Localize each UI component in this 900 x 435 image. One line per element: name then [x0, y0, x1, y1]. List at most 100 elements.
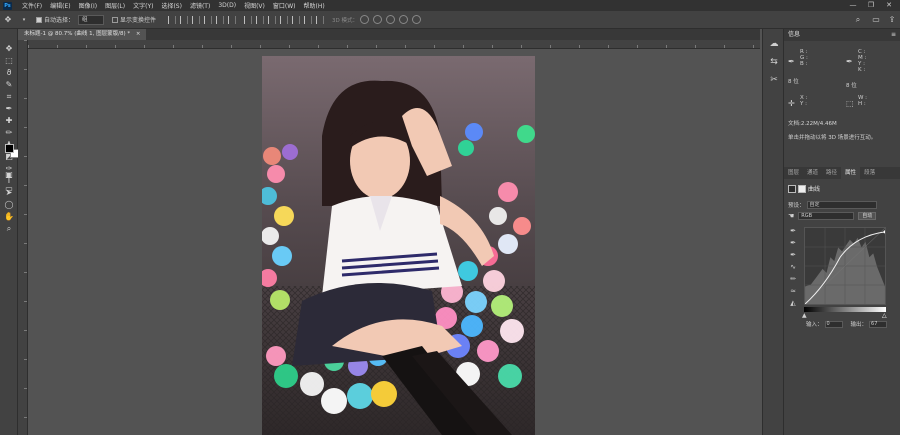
preset-dropdown[interactable]: 自定 [806, 201, 877, 209]
black-point-eyedropper-icon[interactable]: ✒ [786, 225, 800, 237]
close-tab-icon[interactable]: × [136, 31, 141, 37]
scale-3d-icon[interactable] [412, 15, 422, 24]
close-window-button[interactable]: ✕ [882, 0, 896, 11]
auto-select-checkbox[interactable] [36, 16, 42, 23]
distribute-left-icon[interactable] [280, 15, 289, 24]
tools-panel: ✥ ⬚ ϑ ✎ ⌗ ✒ ✚ ✏ ♟ ◩ ✑ T ➤ ◯ ✋ ⌕ ▣ ▭ [0, 29, 19, 435]
zoom-icon[interactable]: ⌕ [0, 223, 18, 235]
slide-3d-icon[interactable] [399, 15, 409, 24]
auto-select-label: 自动选择： [44, 17, 75, 24]
align-left-icon[interactable] [168, 15, 177, 24]
pencil-curve-icon[interactable]: ✏ [786, 273, 800, 285]
document-size: 文档:2.22M/4.46M [788, 121, 837, 127]
maximize-button[interactable]: ❐ [864, 0, 878, 11]
white-point-eyedropper-icon[interactable]: ✒ [786, 249, 800, 261]
tool-preset-arrow-icon[interactable]: ▾ [18, 14, 30, 26]
distribute-vcenter-icon[interactable] [256, 15, 265, 24]
lasso-icon[interactable]: ϑ [0, 67, 18, 79]
menu-select[interactable]: 选择(S) [157, 1, 186, 10]
align-right-icon[interactable] [192, 15, 201, 24]
menu-help[interactable]: 帮助(H) [300, 1, 329, 10]
tab-paragraph[interactable]: 段落 [860, 167, 879, 179]
foreground-color-swatch[interactable] [5, 144, 14, 153]
distribute-bottom-icon[interactable] [268, 15, 277, 24]
white-slider-icon[interactable]: △ [882, 312, 887, 319]
input-output-row: 输入： 0 输出： 67 [806, 320, 888, 328]
minimize-button[interactable]: — [846, 0, 860, 11]
auto-align-icon[interactable] [316, 15, 325, 24]
menu-edit[interactable]: 编辑(E) [46, 1, 74, 10]
menu-layer[interactable]: 图层(L) [101, 1, 129, 10]
curves-graph[interactable] [804, 227, 886, 305]
marquee-icon[interactable]: ⬚ [0, 55, 18, 67]
properties-panel: 曲线 预设： 自定 ☚ RGB 自动 ✒ ✒ ✒ ∿ ✏ ≈ ◭ ▲ △ 输入：… [784, 179, 900, 435]
tab-channels[interactable]: 通道 [803, 167, 822, 179]
options-bar: ✥ ▾ 自动选择： 组 显示变换控件 3D 模式： ⌕ ▭ ⇪ [0, 11, 900, 29]
document-tab[interactable]: 未标题-1 @ 80.7% (曲线 1, 图层蒙版/8) * × [18, 29, 147, 40]
history-panel-icon[interactable]: ☁ [763, 35, 785, 53]
menu-view[interactable]: 视图(V) [240, 1, 269, 10]
auto-select-dropdown[interactable]: 组 [78, 14, 105, 25]
ellipse-icon[interactable]: ◯ [0, 199, 18, 211]
tools-panel-icon[interactable]: ✂ [763, 71, 785, 89]
curves-svg [805, 228, 885, 304]
drag-3d-icon[interactable] [386, 15, 396, 24]
document-canvas-image[interactable] [262, 56, 535, 435]
menu-file[interactable]: 文件(F) [18, 1, 46, 10]
menu-bar: Ps 文件(F) 编辑(E) 图像(I) 图层(L) 文字(Y) 选择(S) 滤… [0, 0, 900, 11]
rgb-labels: R : G : B : [800, 49, 808, 67]
horizontal-ruler[interactable] [28, 40, 760, 49]
crop-icon[interactable]: ⌗ [0, 91, 18, 103]
distribute-top-icon[interactable] [244, 15, 253, 24]
channel-dropdown[interactable]: RGB [798, 212, 855, 220]
menu-type[interactable]: 文字(Y) [129, 1, 157, 10]
info-panel-header[interactable]: 信息 ≡ [784, 29, 900, 41]
black-slider-icon[interactable]: ▲ [802, 312, 807, 319]
rotate-3d-icon[interactable] [360, 15, 370, 24]
move-tool-icon[interactable]: ✥ [2, 14, 14, 26]
roll-3d-icon[interactable] [373, 15, 383, 24]
share-icon[interactable]: ⇪ [886, 14, 898, 26]
gray-point-eyedropper-icon[interactable]: ✒ [786, 237, 800, 249]
workspace-icon[interactable]: ▭ [870, 14, 882, 26]
tab-layers[interactable]: 图层 [784, 167, 803, 179]
eyedropper-icon[interactable]: ✒ [0, 103, 18, 115]
smooth-curve-icon[interactable]: ≈ [786, 285, 800, 297]
quick-select-icon[interactable]: ✎ [0, 79, 18, 91]
screen-mode-icon[interactable]: ▭ [0, 183, 18, 195]
distribute-right-icon[interactable] [304, 15, 313, 24]
clipping-warning-icon[interactable]: ◭ [786, 297, 800, 309]
input-value-field[interactable]: 0 [824, 320, 843, 328]
layer-mask-icon[interactable] [798, 184, 806, 193]
menu-filter[interactable]: 滤镜(T) [186, 1, 214, 10]
auto-button[interactable]: 自动 [858, 212, 877, 220]
channel-row: ☚ RGB 自动 [788, 212, 877, 220]
show-transform-checkbox[interactable] [112, 16, 119, 23]
align-top-icon[interactable] [204, 15, 213, 24]
move-icon[interactable]: ✥ [0, 43, 18, 55]
align-bottom-icon[interactable] [228, 15, 237, 24]
properties-panel-icon[interactable]: ⇆ [763, 53, 785, 71]
panel-menu-icon[interactable]: ≡ [891, 29, 896, 41]
menu-image[interactable]: 图像(I) [75, 1, 101, 10]
curve-points-icon[interactable]: ∿ [786, 261, 800, 273]
align-vcenter-icon[interactable] [216, 15, 225, 24]
curves-label: 曲线 [808, 186, 821, 193]
output-value-field[interactable]: 67 [869, 320, 888, 328]
panel-tabs: 图层 通道 路径 属性 段落 [784, 167, 900, 179]
target-adjust-icon[interactable]: ☚ [788, 212, 794, 220]
photo-illustration [262, 56, 535, 435]
vertical-ruler[interactable] [18, 40, 28, 435]
tab-properties[interactable]: 属性 [841, 167, 861, 179]
menu-3d[interactable]: 3D(D) [214, 2, 240, 9]
menu-window[interactable]: 窗口(W) [269, 1, 300, 10]
quick-mask-icon[interactable]: ▣ [0, 169, 18, 181]
distribute-hcenter-icon[interactable] [292, 15, 301, 24]
healing-brush-icon[interactable]: ✚ [0, 115, 18, 127]
search-icon[interactable]: ⌕ [852, 14, 864, 26]
tab-paths[interactable]: 路径 [822, 167, 841, 179]
align-hcenter-icon[interactable] [180, 15, 189, 24]
brush-icon[interactable]: ✏ [0, 127, 18, 139]
hand-icon[interactable]: ✋ [0, 211, 18, 223]
document-tab-label: 未标题-1 @ 80.7% (曲线 1, 图层蒙版/8) * [24, 31, 131, 37]
